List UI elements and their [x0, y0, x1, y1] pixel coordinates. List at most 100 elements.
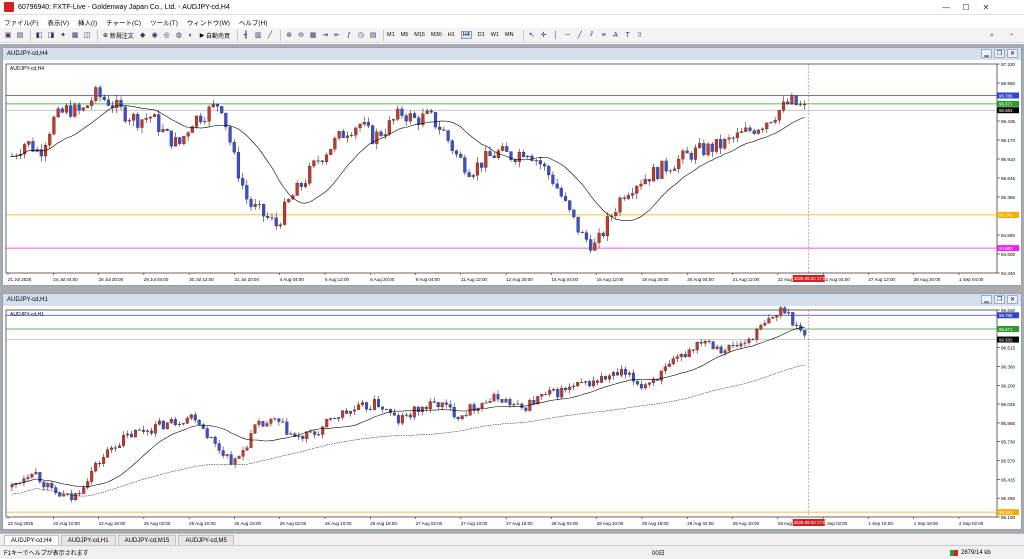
tile-windows-icon[interactable]: ▦ [308, 30, 318, 41]
menu-view[interactable]: 表示(V) [47, 17, 69, 27]
timeframe-d1[interactable]: D1 [478, 32, 485, 38]
tab-audjpy-m15[interactable]: AUDJPY-cd,M15 [117, 535, 177, 545]
menu-help[interactable]: ヘルプ(H) [239, 17, 268, 27]
vps-icon[interactable]: ◐ [186, 30, 196, 41]
candle-body [408, 414, 412, 418]
chart-minimize-button[interactable]: ▁ [981, 49, 992, 58]
timeframe-m15[interactable]: M15 [414, 32, 425, 38]
candle-body [317, 434, 321, 436]
candle-body [333, 138, 337, 150]
time-tick-label: 28 Aug 02:00 [551, 521, 578, 526]
fibonacci-icon[interactable]: ≡ [599, 30, 609, 41]
profiles-icon[interactable]: ▤ [15, 30, 25, 41]
new-chart-icon[interactable]: ▣ [3, 30, 13, 41]
label-icon[interactable]: T [623, 30, 633, 41]
price-tick-label: 96.170 [1001, 138, 1015, 143]
candle-body [605, 216, 610, 237]
autoscroll-icon[interactable]: ⇥ [320, 30, 330, 41]
candle-body [313, 431, 317, 435]
timeframe-w1[interactable]: W1 [491, 32, 499, 38]
candle-body [10, 484, 14, 488]
timeframe-h4[interactable]: H4 [460, 31, 472, 39]
crosshair-icon[interactable]: ✛ [539, 30, 549, 41]
text-icon[interactable]: A [611, 30, 621, 41]
candle-chart-icon[interactable]: ▥ [253, 30, 263, 41]
tester-icon[interactable]: ◫ [82, 30, 92, 41]
minimize-button[interactable]: — [936, 0, 956, 15]
chart-shift-icon[interactable]: ⇤ [332, 30, 342, 41]
candle-body [424, 407, 428, 409]
tab-audjpy-h4[interactable]: AUDJPY-cd,H4 [4, 535, 59, 545]
chart-window-title[interactable]: AUDJPY-cd,H1 ▁ ❐ ✕ [3, 294, 1021, 306]
chart-restore-button[interactable]: ❐ [994, 49, 1005, 58]
candle-body [225, 454, 229, 456]
candle-body [500, 399, 504, 403]
chart-minimize-button[interactable]: ▁ [981, 295, 992, 304]
auto-trade-button[interactable]: ▶ 自動売買 [198, 30, 232, 41]
signals-icon[interactable]: ◎ [162, 30, 172, 41]
timeframe-m5[interactable]: M5 [401, 32, 409, 38]
chart-restore-button[interactable]: ❐ [994, 295, 1005, 304]
candle-body [329, 418, 333, 420]
chart-window-title[interactable]: AUDJPY-cd,H4 ▁ ❐ ✕ [3, 48, 1021, 60]
timeframe-mn[interactable]: MN [505, 32, 514, 38]
candle-body [516, 403, 520, 405]
time-tick-label: 27 Aug 02:00 [416, 521, 443, 526]
cursor-icon[interactable]: ↖ [527, 30, 537, 41]
timeframe-m1[interactable]: M1 [387, 32, 395, 38]
account-icon[interactable]: ◔ [1006, 30, 1016, 41]
menu-window[interactable]: ウィンドウ(W) [187, 17, 230, 27]
market-icon[interactable]: ◍ [174, 30, 184, 41]
indicators-icon[interactable]: ƒ [344, 30, 354, 41]
candle-body [639, 384, 643, 389]
candle-body [547, 166, 551, 176]
terminal-icon[interactable]: ▦ [70, 30, 80, 41]
market-watch-icon[interactable]: ◧ [34, 30, 44, 41]
candle-body [747, 338, 751, 344]
menu-chart[interactable]: チャート(C) [106, 17, 141, 27]
candle-body [333, 418, 337, 419]
trendline-icon[interactable]: ╱ [575, 30, 585, 41]
candle-body [297, 435, 301, 437]
zoom-in-icon[interactable]: ⊕ [284, 30, 294, 41]
templates-icon[interactable]: ▤ [368, 30, 378, 41]
time-tick-label: 22 Aug 18:00 [99, 521, 126, 526]
candle-body [576, 382, 580, 387]
toolbar: ▣ ▤ ◧ ◨ ✦ ▦ ◫ ⊕ 新規注文 ◆ ◉ ◎ ◍ ◐ ▶ 自動売買 ┫ … [0, 28, 1024, 43]
history-icon[interactable]: ◉ [150, 30, 160, 41]
timeframe-m30[interactable]: M30 [431, 32, 442, 38]
chart-close-button[interactable]: ✕ [1007, 295, 1018, 304]
candle-body [217, 443, 221, 451]
line-chart-icon[interactable]: ╱ [265, 30, 275, 41]
horizontal-line-icon[interactable]: ─ [563, 30, 573, 41]
candle-body [693, 147, 698, 160]
chart-window-h1[interactable]: AUDJPY-cd,H1 ▁ ❐ ✕ AUDJPY-cd,H1 96.830 96.… [2, 293, 1022, 530]
menu-tools[interactable]: ツール(T) [150, 17, 178, 27]
close-button[interactable]: ✕ [976, 0, 996, 15]
timeframe-h1[interactable]: H1 [448, 32, 455, 38]
periods-icon[interactable]: ◷ [356, 30, 366, 41]
price-tick-label: 96.435 [1001, 119, 1015, 124]
zoom-out-icon[interactable]: ⊖ [296, 30, 306, 41]
menu-insert[interactable]: 挿入(I) [78, 17, 97, 27]
tab-audjpy-m5[interactable]: AUDJPY-cd,M5 [178, 535, 234, 545]
vertical-line-icon[interactable]: │ [551, 30, 561, 41]
metaeditor-icon[interactable]: ◆ [138, 30, 148, 41]
search-icon[interactable]: ⌕ [987, 30, 997, 41]
equidistant-channel-icon[interactable]: ⫽ [587, 30, 597, 41]
navigator-icon[interactable]: ✦ [58, 30, 68, 41]
data-window-icon[interactable]: ◨ [46, 30, 56, 41]
menu-file[interactable]: ファイル(F) [4, 17, 38, 27]
chart-window-h4[interactable]: AUDJPY-cd,H4 ▁ ❐ ✕ AUDJPY-cd,H4 97.220 96.… [2, 47, 1022, 286]
chart-close-button[interactable]: ✕ [1007, 49, 1018, 58]
candle-body [384, 409, 388, 410]
maximize-button[interactable]: ☐ [956, 0, 976, 15]
h1-candlestick-chart[interactable]: AUDJPY-cd,H196.83096.67596.51596.36096.2… [3, 306, 1021, 529]
candle-body [157, 114, 161, 132]
tab-audjpy-h1[interactable]: AUDJPY-cd,H1 [60, 535, 116, 545]
bar-chart-icon[interactable]: ┫ [241, 30, 251, 41]
arrows-icon[interactable]: ⇧ [635, 30, 645, 41]
candle-body [253, 204, 257, 207]
h4-candlestick-chart[interactable]: AUDJPY-cd,H497.22096.96096.69596.43596.1… [3, 60, 1021, 285]
new-order-button[interactable]: ⊕ 新規注文 [101, 30, 136, 41]
